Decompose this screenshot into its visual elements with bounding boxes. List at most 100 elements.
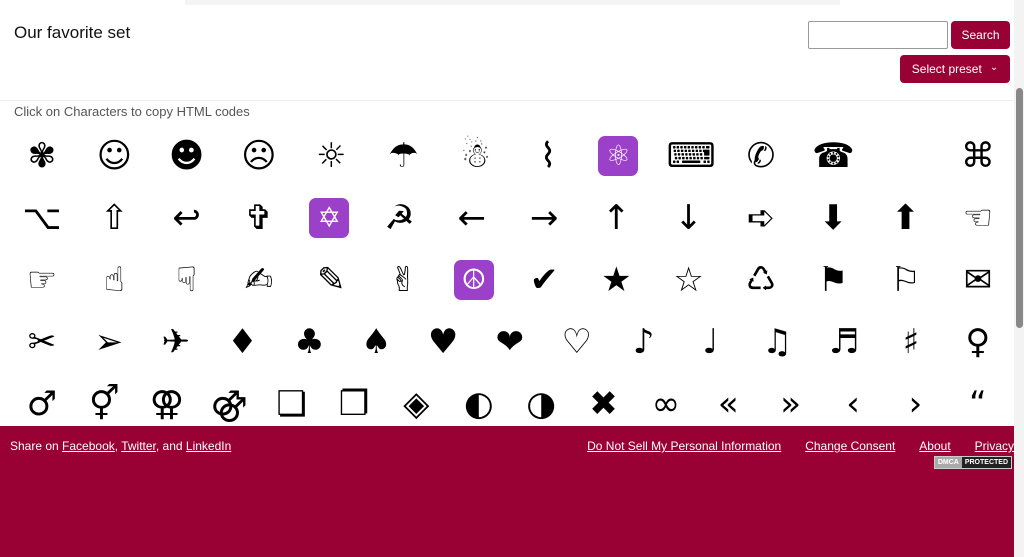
footer: Share on Facebook, Twitter, and LinkedIn… (0, 426, 1014, 557)
chevron-down-icon: ⌄ (989, 61, 999, 73)
character-item[interactable]: ✖ (582, 387, 626, 421)
character-item[interactable]: ↓ (667, 201, 711, 235)
character-item[interactable]: ♣ (287, 325, 331, 359)
character-item[interactable]: ⚥ (82, 387, 126, 421)
character-item[interactable]: ☝ (92, 263, 136, 297)
character-item[interactable]: ♯ (889, 325, 933, 359)
character-item[interactable]: ✆ (739, 139, 783, 173)
preset-label: Select preset (911, 62, 982, 76)
character-item[interactable]: ☭ (377, 201, 421, 235)
character-item[interactable]: ☞ (20, 263, 64, 297)
linkedin-link[interactable]: LinkedIn (186, 439, 231, 453)
character-item[interactable]: ♦ (221, 325, 265, 359)
character-item[interactable]: → (522, 201, 566, 235)
character-item[interactable]: ❏ (270, 387, 314, 421)
select-preset-button[interactable]: Select preset ⌄ (900, 55, 1010, 83)
character-item[interactable]: ☮ (453, 260, 494, 300)
search-input[interactable] (808, 21, 948, 49)
character-item[interactable]: ✎ (309, 263, 353, 297)
character-item[interactable]: ☎ (811, 139, 855, 173)
share-text: Share on Facebook, Twitter, and LinkedIn (10, 439, 231, 453)
character-item[interactable]: ⌇ (526, 139, 570, 173)
character-item[interactable]: ♀ (956, 325, 1000, 359)
character-item[interactable]: ❐ (332, 387, 376, 421)
character-item[interactable]: ♥ (421, 325, 465, 359)
character-item[interactable]: ☂ (381, 139, 425, 173)
character-item[interactable]: ✍ (237, 263, 281, 297)
dmca-badge[interactable]: DMCA PROTECTED (933, 456, 1012, 469)
character-item[interactable]: ◐ (457, 387, 501, 421)
character-item[interactable]: ☃ (454, 139, 498, 173)
character-item[interactable]: ♫ (755, 325, 799, 359)
divider (0, 100, 1014, 101)
character-item[interactable]: ◈ (394, 387, 438, 421)
character-item[interactable]: ☼ (309, 139, 353, 173)
top-banner (185, 0, 840, 5)
character-row: ☞ ☝ ☟ ✍ ✎ ✌ ☮ ✔ ★ ☆ ♺ ⚑ ⚐ ✉ (20, 249, 1000, 311)
character-item[interactable]: ⌥ (20, 201, 64, 235)
character-item[interactable]: “ (956, 387, 1000, 421)
character-item[interactable]: ☜ (956, 201, 1000, 235)
character-item[interactable]: ✡ (309, 198, 350, 238)
twitter-link[interactable]: Twitter (121, 439, 156, 453)
scrollbar-thumb[interactable] (1016, 88, 1023, 328)
character-item[interactable]: ☟ (165, 263, 209, 297)
character-item[interactable]: ✂ (20, 325, 64, 359)
character-item[interactable]: ⚣ (207, 387, 251, 421)
character-item[interactable]: ♩ (688, 325, 732, 359)
character-item[interactable]: » (769, 387, 813, 421)
character-item[interactable]: ⚢ (145, 387, 189, 421)
character-item[interactable]: ☆ (667, 263, 711, 297)
character-item[interactable]: ❤ (488, 325, 532, 359)
character-item[interactable]: ◑ (519, 387, 563, 421)
dmca-right: PROTECTED (961, 457, 1011, 468)
character-item[interactable]: ➪ (739, 201, 783, 235)
character-item[interactable]: ✞ (237, 201, 281, 235)
character-item[interactable]: ♡ (555, 325, 599, 359)
about-link[interactable]: About (919, 439, 950, 453)
character-row: ✾ ☺ ☻ ☹ ☼ ☂ ☃ ⌇ ⚛ ⌨ ✆ ☎ ⌘ (20, 125, 1000, 187)
search-button[interactable]: Search (951, 21, 1010, 49)
privacy-link[interactable]: Privacy (975, 439, 1014, 453)
do-not-sell-link[interactable]: Do Not Sell My Personal Information (587, 439, 781, 453)
character-item[interactable]: ☻ (165, 139, 209, 173)
character-item[interactable]: ↑ (594, 201, 638, 235)
character-item[interactable]: ⚐ (884, 263, 928, 297)
character-item[interactable]: ⬆ (884, 201, 928, 235)
character-item[interactable]: ✔ (522, 263, 566, 297)
character-item[interactable]: › (893, 387, 937, 421)
character-item[interactable]: ⌘ (956, 139, 1000, 173)
character-item[interactable]: ♬ (822, 325, 866, 359)
character-item[interactable]: ✉ (956, 263, 1000, 297)
character-item[interactable]: ♂ (20, 387, 64, 421)
character-item[interactable]: « (706, 387, 750, 421)
character-item[interactable]: ↩ (165, 201, 209, 235)
character-item[interactable]: ➢ (87, 325, 131, 359)
character-item[interactable]: ⚛ (598, 136, 639, 176)
facebook-link[interactable]: Facebook (62, 439, 115, 453)
character-item[interactable]: ✾ (20, 139, 64, 173)
character-item[interactable]: ♺ (739, 263, 783, 297)
character-item[interactable]: ★ (594, 263, 638, 297)
share-prefix: Share on (10, 439, 63, 453)
character-item[interactable]: ‹ (831, 387, 875, 421)
character-item[interactable]: ☹ (237, 139, 281, 173)
character-item[interactable]: ✌ (381, 263, 425, 297)
character-item[interactable]: ← (450, 201, 494, 235)
character-item[interactable]: ♠ (354, 325, 398, 359)
character-item[interactable]: ☺ (92, 139, 136, 173)
character-row: ✂ ➢ ✈ ♦ ♣ ♠ ♥ ❤ ♡ ♪ ♩ ♫ ♬ ♯ ♀ (20, 311, 1000, 373)
footer-links: Do Not Sell My Personal Information Chan… (587, 439, 1014, 453)
character-row: ⌥ ⇧ ↩ ✞ ✡ ☭ ← → ↑ ↓ ➪ ⬇ ⬆ ☜ (20, 187, 1000, 249)
separator: , and (155, 439, 186, 453)
character-item[interactable]: ∞ (644, 387, 688, 421)
character-item[interactable]: ⇧ (92, 201, 136, 235)
change-consent-link[interactable]: Change Consent (805, 439, 895, 453)
character-item[interactable]: ✈ (154, 325, 198, 359)
character-item[interactable]: ⌨ (667, 139, 716, 173)
character-item[interactable]: ⬇ (811, 201, 855, 235)
character-item[interactable]: ♪ (622, 325, 666, 359)
character-item[interactable]: ⚑ (811, 263, 855, 297)
page-title: Our favorite set (14, 23, 131, 42)
scrollbar[interactable] (1014, 0, 1024, 557)
